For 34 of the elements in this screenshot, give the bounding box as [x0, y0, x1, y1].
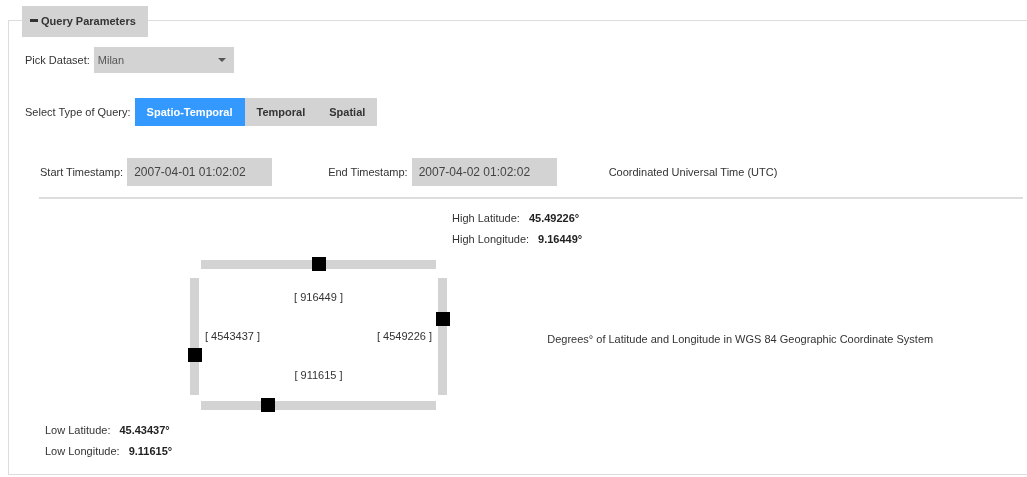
slider-track[interactable] [201, 260, 436, 269]
coordinate-label: High Latitude: [452, 211, 520, 227]
coordinate-label: Low Latitude: [45, 423, 111, 439]
dataset-dropdown[interactable]: Milan [93, 47, 234, 73]
slider-reading: [ 916449 ] [294, 290, 343, 306]
slider-track[interactable] [190, 278, 199, 395]
timestamp-field[interactable]: 2007-04-01 01:02:02 [127, 158, 273, 186]
slider-reading: [ 911615 ] [294, 368, 343, 384]
slider-reading: [ 4543437 ] [205, 329, 261, 345]
field-label: End Timestamp: [328, 164, 408, 180]
slider-handle[interactable] [311, 257, 326, 271]
slider-handle[interactable] [188, 348, 202, 363]
coordinate-label: Low Longitude: [45, 444, 120, 460]
slider-reading: [ 4549226 ] [376, 329, 432, 345]
panel-header[interactable]: Query Parameters [22, 6, 148, 37]
query-type-tab[interactable]: Spatial [317, 98, 378, 126]
slider-track[interactable] [201, 401, 436, 410]
timezone-note: Coordinated Universal Time (UTC) [608, 164, 778, 180]
coordinate-value: 9.16449° [538, 232, 583, 248]
field-label: Pick Dataset: [25, 52, 90, 68]
slider-track[interactable] [438, 278, 447, 395]
timestamp-field[interactable]: 2007-04-02 01:02:02 [411, 158, 557, 186]
panel-title: Query Parameters [41, 14, 136, 29]
coordinate-value: 45.49226° [528, 211, 580, 227]
query-type-tab[interactable]: Temporal [244, 98, 318, 126]
caret-icon [217, 58, 226, 62]
coordinate-label: High Longitude: [452, 232, 530, 248]
coordinate-value: 9.11615° [128, 444, 173, 460]
slider-handle[interactable] [436, 311, 450, 326]
field-label: Select Type of Query: [25, 104, 131, 120]
coordinate-value: 45.43437° [119, 423, 170, 439]
coordinate-note: Degrees° of Latitude and Longitude in WGS 84 Geographic Coordinate System [547, 331, 934, 347]
field-label: Start Timestamp: [40, 164, 124, 180]
slider-handle[interactable] [260, 398, 275, 412]
